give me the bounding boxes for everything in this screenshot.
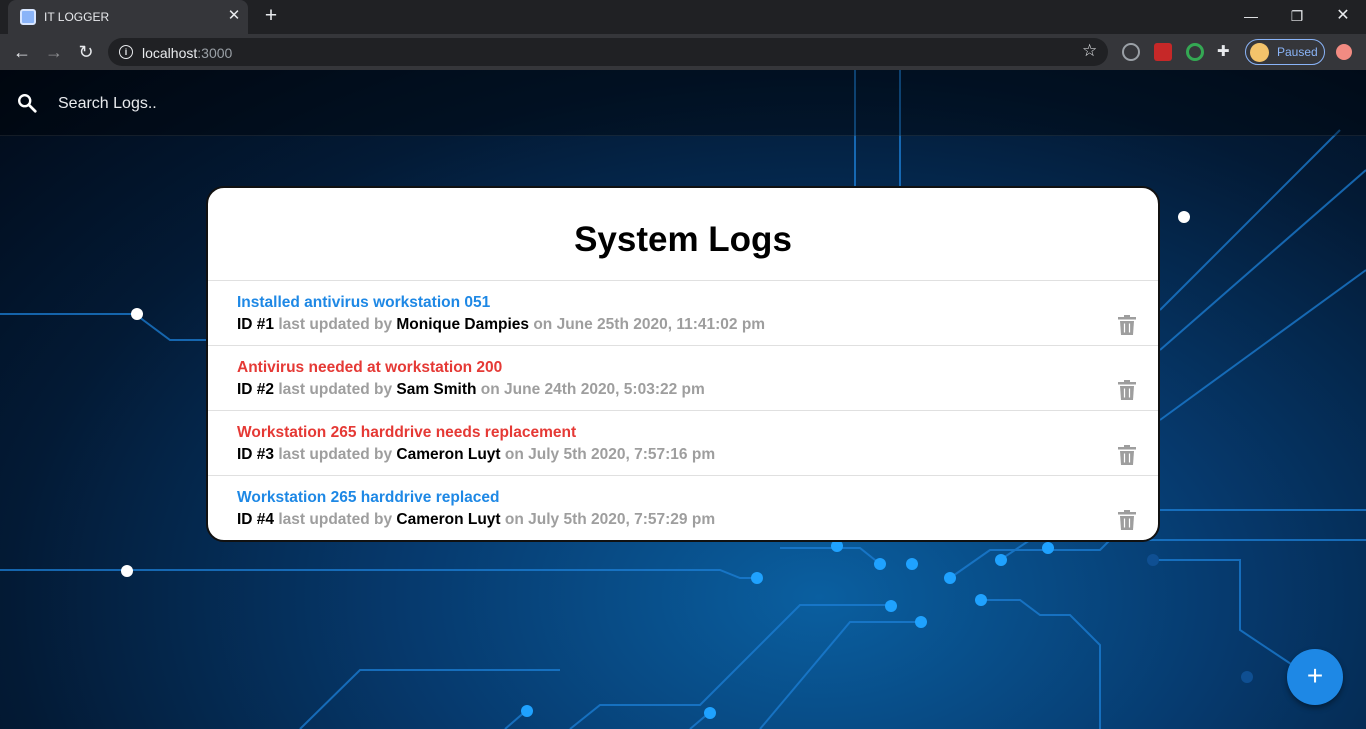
trash-icon[interactable]: [1118, 510, 1136, 530]
avatar: [1250, 43, 1269, 62]
log-meta: ID #3 last updated by Cameron Luyt on Ju…: [237, 446, 715, 464]
reload-button[interactable]: ↻: [73, 39, 99, 65]
page-title: System Logs: [574, 220, 792, 259]
address-bar[interactable]: i localhost:3000 ☆: [108, 38, 1108, 66]
log-list: Installed antivirus workstation 051 ID #…: [208, 280, 1158, 540]
log-message-link[interactable]: Antivirus needed at workstation 200: [237, 359, 502, 377]
log-date: on July 5th 2020, 7:57:29 pm: [504, 511, 716, 528]
log-updated-by-label: last updated by: [278, 316, 393, 333]
search-icon: [18, 94, 37, 113]
log-updated-by-label: last updated by: [278, 511, 393, 528]
log-tech: Sam Smith: [396, 381, 477, 398]
search-input[interactable]: [58, 90, 658, 118]
log-updated-by-label: last updated by: [278, 381, 393, 398]
profile-label: Paused: [1277, 45, 1318, 59]
maximize-button[interactable]: ❐: [1274, 3, 1320, 29]
trash-icon[interactable]: [1118, 380, 1136, 400]
log-item: Workstation 265 harddrive needs replacem…: [208, 410, 1158, 475]
tab-title: IT LOGGER: [44, 10, 110, 24]
log-meta: ID #4 last updated by Cameron Luyt on Ju…: [237, 511, 715, 529]
browser-tab-bar: IT LOGGER ✕ + — ❐ ✕: [0, 0, 1366, 34]
add-log-button[interactable]: +: [1287, 649, 1343, 705]
trash-icon[interactable]: [1118, 315, 1136, 335]
url-text: localhost:3000: [142, 45, 232, 61]
favicon-icon: [20, 9, 36, 25]
minimize-button[interactable]: —: [1228, 3, 1274, 29]
log-tech: Monique Dampies: [396, 316, 530, 333]
extension-icon[interactable]: [1122, 43, 1140, 61]
forward-button[interactable]: →: [41, 39, 67, 65]
logs-card: System Logs Installed antivirus workstat…: [206, 186, 1160, 542]
log-date: on July 5th 2020, 7:57:16 pm: [504, 446, 716, 463]
update-menu-icon[interactable]: [1336, 44, 1352, 60]
log-id: ID #3: [237, 446, 275, 463]
url-port: :3000: [197, 45, 233, 61]
browser-tab[interactable]: IT LOGGER ✕: [8, 0, 248, 34]
search-bar: [0, 70, 1366, 136]
log-tech: Cameron Luyt: [396, 446, 501, 463]
close-window-button[interactable]: ✕: [1320, 3, 1366, 29]
log-message-link[interactable]: Workstation 265 harddrive needs replacem…: [237, 424, 576, 442]
trash-icon[interactable]: [1118, 445, 1136, 465]
back-button[interactable]: ←: [9, 39, 35, 65]
site-info-icon[interactable]: i: [119, 45, 133, 59]
app-page: System Logs Installed antivirus workstat…: [0, 70, 1366, 729]
profile-button[interactable]: Paused: [1245, 39, 1325, 65]
log-tech: Cameron Luyt: [396, 511, 501, 528]
log-item: Workstation 265 harddrive replaced ID #4…: [208, 475, 1158, 540]
log-updated-by-label: last updated by: [278, 446, 393, 463]
log-meta: ID #1 last updated by Monique Dampies on…: [237, 316, 765, 334]
log-item: Antivirus needed at workstation 200 ID #…: [208, 345, 1158, 410]
log-id: ID #1: [237, 316, 275, 333]
log-meta: ID #2 last updated by Sam Smith on June …: [237, 381, 705, 399]
log-message-link[interactable]: Workstation 265 harddrive replaced: [237, 489, 499, 507]
log-id: ID #4: [237, 511, 275, 528]
extension-icon[interactable]: [1186, 43, 1204, 61]
log-message-link[interactable]: Installed antivirus workstation 051: [237, 294, 490, 312]
log-id: ID #2: [237, 381, 275, 398]
extension-icon[interactable]: [1154, 43, 1172, 61]
log-date: on June 25th 2020, 11:41:02 pm: [533, 316, 766, 333]
log-date: on June 24th 2020, 5:03:22 pm: [480, 381, 705, 398]
new-tab-button[interactable]: +: [260, 5, 282, 27]
log-item: Installed antivirus workstation 051 ID #…: [208, 280, 1158, 345]
bookmark-star-icon[interactable]: ☆: [1082, 41, 1097, 61]
puzzle-icon[interactable]: ✚: [1217, 42, 1235, 60]
tab-close-icon[interactable]: ✕: [225, 7, 243, 25]
browser-toolbar: ← → ↻ i localhost:3000 ☆ ✚ Paused: [0, 34, 1366, 70]
url-host: localhost: [142, 45, 198, 61]
